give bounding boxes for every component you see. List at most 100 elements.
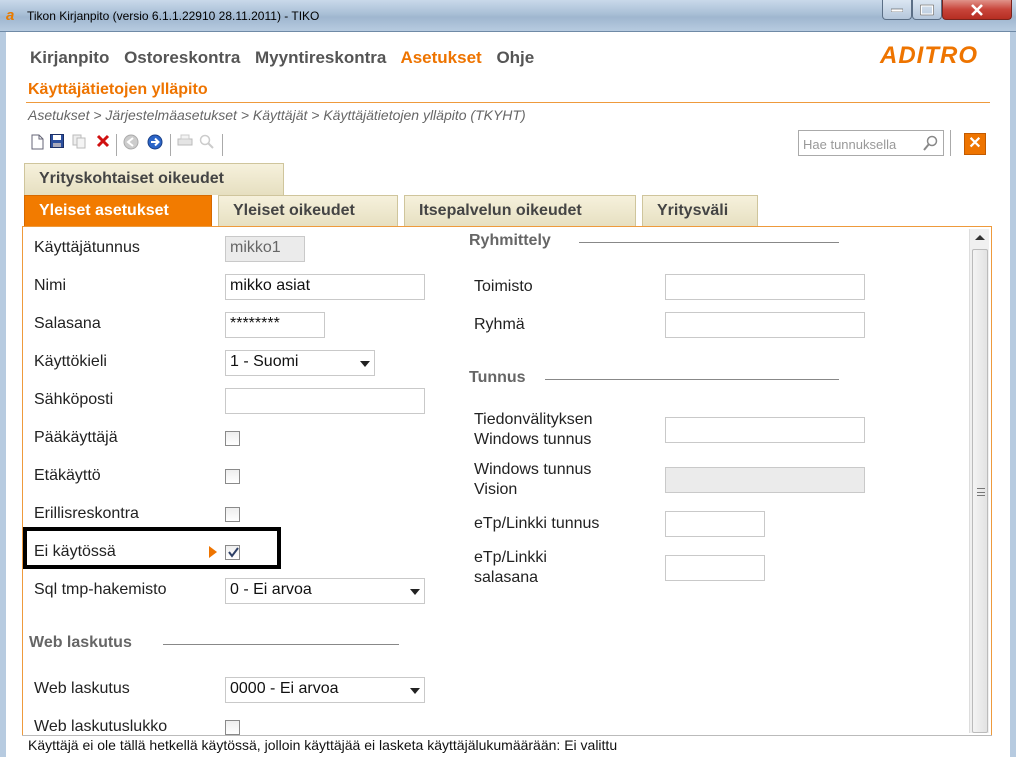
- etp-tunnus-field[interactable]: [665, 511, 765, 537]
- tiedonvalitys-label-line1: Tiedonvälityksen: [474, 411, 593, 428]
- checkmark-icon: [228, 547, 239, 558]
- group-divider: [545, 379, 839, 380]
- group-divider: [579, 242, 839, 243]
- window-frame-right: [1010, 32, 1016, 757]
- chevron-down-icon: [410, 688, 420, 694]
- menu-item-asetukset[interactable]: Asetukset: [400, 48, 481, 67]
- tunnus-group-title: Tunnus: [469, 369, 526, 386]
- toimisto-field[interactable]: [665, 274, 865, 300]
- aditro-logo: ADITRO: [880, 42, 978, 69]
- windows-vision-field: [665, 467, 865, 493]
- title-bar: a Tikon Kirjanpito (versio 6.1.1.22910 2…: [0, 0, 1016, 32]
- kayttokieli-label: Käyttökieli: [34, 353, 107, 370]
- minimize-icon: [891, 8, 903, 12]
- toolbar-separator: [222, 134, 223, 156]
- close-view-button[interactable]: ✕: [964, 133, 986, 155]
- group-divider: [163, 644, 399, 645]
- app-icon: a: [6, 7, 15, 24]
- menu-item-ostoreskontra[interactable]: Ostoreskontra: [124, 48, 240, 67]
- etakaytto-checkbox[interactable]: [225, 469, 240, 484]
- kayttajatunnus-field: mikko1: [225, 236, 305, 262]
- ei-kaytossa-checkbox[interactable]: [225, 545, 240, 560]
- save-icon[interactable]: [48, 132, 66, 152]
- nimi-label: Nimi: [34, 277, 66, 294]
- copy-icon[interactable]: [70, 132, 88, 152]
- maximize-button[interactable]: [912, 0, 942, 20]
- toimisto-label: Toimisto: [474, 278, 533, 295]
- erillisreskontra-label: Erillisreskontra: [34, 505, 139, 522]
- etp-salasana-field[interactable]: [665, 555, 765, 581]
- windows-vision-label-line2: Vision: [474, 481, 518, 498]
- salasana-field[interactable]: ********: [225, 312, 325, 338]
- windows-vision-label-line1: Windows tunnus: [474, 461, 592, 478]
- status-text: Käyttäjä ei ole tällä hetkellä käytössä,…: [28, 737, 618, 753]
- sahkoposti-field[interactable]: [225, 388, 425, 414]
- web-laskutus-value: 0000 - Ei arvoa: [230, 680, 339, 697]
- ryhma-label: Ryhmä: [474, 316, 525, 333]
- erillisreskontra-checkbox[interactable]: [225, 507, 240, 522]
- maximize-icon: [920, 4, 934, 15]
- grip-icon: [977, 488, 985, 496]
- etp-salasana-label-line2: salasana: [474, 569, 539, 586]
- web-laskutuslukko-checkbox[interactable]: [225, 720, 240, 735]
- etp-tunnus-label: eTp/Linkki tunnus: [474, 515, 600, 532]
- etakaytto-label: Etäkäyttö: [34, 467, 101, 484]
- tab-itsepalvelun-oikeudet[interactable]: Itsepalvelun oikeudet: [404, 195, 636, 227]
- kayttajatunnus-label: Käyttäjätunnus: [34, 239, 140, 256]
- close-window-button[interactable]: [942, 0, 1012, 20]
- menu-item-myyntireskontra[interactable]: Myyntireskontra: [255, 48, 386, 67]
- page-title: Käyttäjätietojen ylläpito: [28, 81, 208, 98]
- forward-icon[interactable]: [146, 132, 164, 152]
- sql-tmp-select[interactable]: 0 - Ei arvoa: [225, 578, 425, 604]
- toolbar-separator: [950, 130, 951, 156]
- search-placeholder: Hae tunnuksella: [803, 137, 897, 152]
- kayttokieli-select[interactable]: 1 - Suomi: [225, 350, 375, 376]
- web-laskutuslukko-label: Web laskutuslukko: [34, 718, 168, 735]
- etp-salasana-label-line1: eTp/Linkki: [474, 549, 547, 566]
- delete-icon[interactable]: [94, 132, 112, 152]
- window-title: Tikon Kirjanpito (versio 6.1.1.22910 28.…: [27, 9, 320, 23]
- back-icon[interactable]: [122, 132, 140, 152]
- settings-panel: Käyttäjätunnus mikko1 Nimi mikko asiat S…: [22, 226, 992, 736]
- tiedonvalitys-label-line2: Windows tunnus: [474, 431, 592, 448]
- main-menu: Kirjanpito Ostoreskontra Myyntireskontra…: [30, 48, 544, 68]
- web-laskutus-group-title: Web laskutus: [29, 634, 132, 651]
- status-divider: [22, 735, 992, 736]
- window-frame-left: [0, 32, 6, 757]
- scroll-up-icon[interactable]: [975, 235, 985, 240]
- toolbar-separator: [170, 134, 171, 156]
- salasana-label: Salasana: [34, 315, 101, 332]
- title-divider: [26, 102, 990, 103]
- sql-tmp-label: Sql tmp-hakemisto: [34, 581, 167, 598]
- tab-yleiset-asetukset[interactable]: Yleiset asetukset: [24, 195, 212, 227]
- sahkoposti-label: Sähköposti: [34, 391, 114, 408]
- new-document-icon[interactable]: [28, 132, 46, 152]
- tab-yleiset-oikeudet[interactable]: Yleiset oikeudet: [218, 195, 398, 227]
- tab-yrityskohtaiset-oikeudet[interactable]: Yrityskohtaiset oikeudet: [24, 163, 284, 195]
- print-icon[interactable]: [176, 132, 194, 152]
- web-laskutus-select[interactable]: 0000 - Ei arvoa: [225, 677, 425, 703]
- nimi-field[interactable]: mikko asiat: [225, 274, 425, 300]
- close-icon: [971, 3, 983, 16]
- search-icon: [923, 135, 938, 151]
- sql-tmp-value: 0 - Ei arvoa: [230, 581, 312, 598]
- paakayttaja-label: Pääkäyttäjä: [34, 429, 118, 446]
- paakayttaja-checkbox[interactable]: [225, 431, 240, 446]
- web-laskutus-label: Web laskutus: [34, 680, 130, 697]
- pointer-arrow-icon: [209, 546, 217, 558]
- menu-item-kirjanpito[interactable]: Kirjanpito: [30, 48, 109, 67]
- minimize-button[interactable]: [882, 0, 912, 20]
- chevron-down-icon: [360, 361, 370, 367]
- search-input[interactable]: Hae tunnuksella: [798, 130, 944, 156]
- toolbar-separator: [116, 134, 117, 156]
- scrollbar-thumb[interactable]: [972, 249, 988, 733]
- menu-item-ohje[interactable]: Ohje: [496, 48, 534, 67]
- tiedonvalitys-field[interactable]: [665, 417, 865, 443]
- ryhma-field[interactable]: [665, 312, 865, 338]
- preview-icon[interactable]: [198, 132, 216, 152]
- breadcrumb: Asetukset > Järjestelmäasetukset > Käytt…: [28, 107, 526, 123]
- tab-yritysvali[interactable]: Yritysväli: [642, 195, 758, 227]
- vertical-scrollbar[interactable]: [969, 229, 989, 733]
- ryhmittely-group-title: Ryhmittely: [469, 232, 551, 249]
- chevron-down-icon: [410, 589, 420, 595]
